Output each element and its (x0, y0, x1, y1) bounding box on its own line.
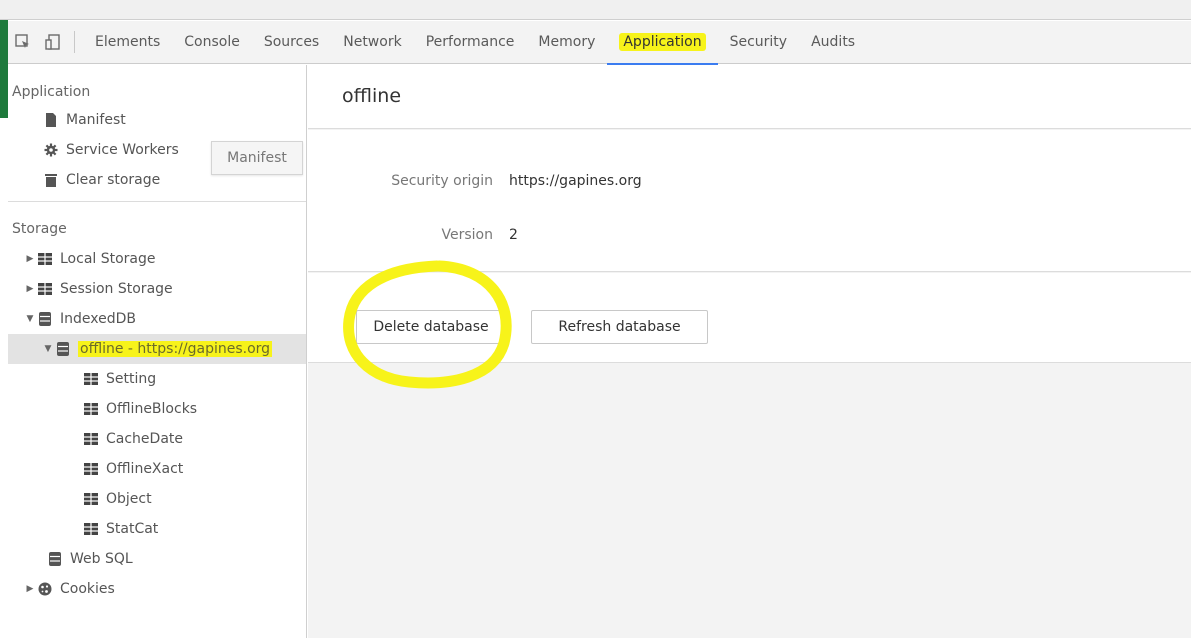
sidebar-item-label: Setting (106, 371, 157, 387)
sidebar-item-store-offlineblocks[interactable]: OfflineBlocks (8, 394, 306, 424)
sidebar-item-store-offlinexact[interactable]: OfflineXact (8, 454, 306, 484)
sidebar-item-store-object[interactable]: Object (8, 484, 306, 514)
sidebar-item-offline-database[interactable]: ▼ offline - https://gapines.org (8, 334, 306, 364)
refresh-database-button[interactable]: Refresh database (531, 310, 708, 344)
sidebar-item-label: Service Workers (66, 142, 179, 158)
tab-memory[interactable]: Memory (526, 21, 607, 64)
trash-icon (42, 173, 60, 187)
sidebar-item-indexeddb[interactable]: ▼ IndexedDB (8, 304, 306, 334)
tab-application[interactable]: Application (607, 21, 718, 65)
database-info (308, 130, 1191, 272)
window-edge-bar (0, 20, 8, 118)
table-grid-icon (82, 462, 100, 476)
tab-security[interactable]: Security (718, 21, 800, 64)
tab-performance[interactable]: Performance (414, 21, 527, 64)
manifest-tooltip: Manifest (211, 141, 303, 175)
sidebar-item-label: offline - https://gapines.org (78, 341, 273, 357)
table-grid-icon (36, 282, 54, 296)
expand-arrow-icon[interactable]: ▶ (24, 254, 36, 264)
browser-chrome-strip (0, 0, 1191, 20)
devtools-toolbar: Elements Console Sources Network Perform… (8, 21, 1191, 65)
panel-header: offline (308, 65, 1191, 129)
sidebar-item-store-cachedate[interactable]: CacheDate (8, 424, 306, 454)
toolbar-separator (74, 31, 75, 53)
sidebar-item-label: Object (106, 491, 152, 507)
gear-icon (42, 143, 60, 157)
collapse-arrow-icon[interactable]: ▼ (24, 314, 36, 324)
sidebar-item-label: OfflineXact (106, 461, 184, 477)
database-actions: Delete database Refresh database (308, 273, 1191, 363)
collapse-arrow-icon[interactable]: ▼ (42, 344, 54, 354)
table-grid-icon (82, 492, 100, 506)
sidebar-item-label: Local Storage (60, 251, 156, 267)
table-grid-icon (82, 522, 100, 536)
sidebar-item-label: CacheDate (106, 431, 183, 447)
table-grid-icon (82, 432, 100, 446)
database-icon (46, 552, 64, 566)
tab-elements[interactable]: Elements (83, 21, 172, 64)
sidebar-item-label: StatCat (106, 521, 159, 537)
sidebar-item-web-sql[interactable]: Web SQL (8, 544, 306, 574)
sidebar-item-store-statcat[interactable]: StatCat (8, 514, 306, 544)
database-panel: offline Security origin https://gapines.… (308, 65, 1191, 638)
sidebar-item-label: Clear storage (66, 172, 161, 188)
sidebar-item-label: Session Storage (60, 281, 173, 297)
tab-sources[interactable]: Sources (252, 21, 331, 64)
expand-arrow-icon[interactable]: ▶ (24, 584, 36, 594)
security-origin-label: Security origin (391, 173, 493, 189)
application-sidebar: Application Manifest Service Workers Cle… (8, 65, 307, 638)
version-value: 2 (509, 227, 518, 243)
sidebar-item-label: Cookies (60, 581, 115, 597)
tab-console[interactable]: Console (172, 21, 252, 64)
device-toolbar-icon[interactable] (38, 21, 68, 64)
sidebar-item-store-setting[interactable]: Setting (8, 364, 306, 394)
version-field: Version 2 (308, 223, 1191, 247)
sidebar-item-cookies[interactable]: ▶ Cookies (8, 574, 306, 604)
inspect-element-icon[interactable] (8, 21, 38, 64)
sidebar-item-session-storage[interactable]: ▶ Session Storage (8, 274, 306, 304)
sidebar-item-label: Web SQL (70, 551, 133, 567)
security-origin-value: https://gapines.org (509, 173, 642, 189)
section-title-application: Application (12, 84, 91, 100)
table-grid-icon (36, 252, 54, 266)
tab-audits[interactable]: Audits (799, 21, 867, 64)
section-title-storage: Storage (12, 221, 67, 237)
expand-arrow-icon[interactable]: ▶ (24, 284, 36, 294)
page-title: offline (342, 85, 402, 107)
cookie-icon (36, 582, 54, 596)
table-grid-icon (82, 402, 100, 416)
version-label: Version (441, 227, 493, 243)
sidebar-item-label: IndexedDB (60, 311, 136, 327)
document-icon (42, 113, 60, 127)
tab-network[interactable]: Network (331, 21, 413, 64)
security-origin-field: Security origin https://gapines.org (308, 169, 1191, 193)
database-icon (54, 342, 72, 356)
sidebar-item-label: OfflineBlocks (106, 401, 198, 417)
delete-database-button[interactable]: Delete database (356, 310, 506, 344)
table-grid-icon (82, 372, 100, 386)
sidebar-item-local-storage[interactable]: ▶ Local Storage (8, 244, 306, 274)
database-icon (36, 312, 54, 326)
sidebar-item-manifest[interactable]: Manifest (8, 105, 306, 135)
sidebar-item-label: Manifest (66, 112, 126, 128)
